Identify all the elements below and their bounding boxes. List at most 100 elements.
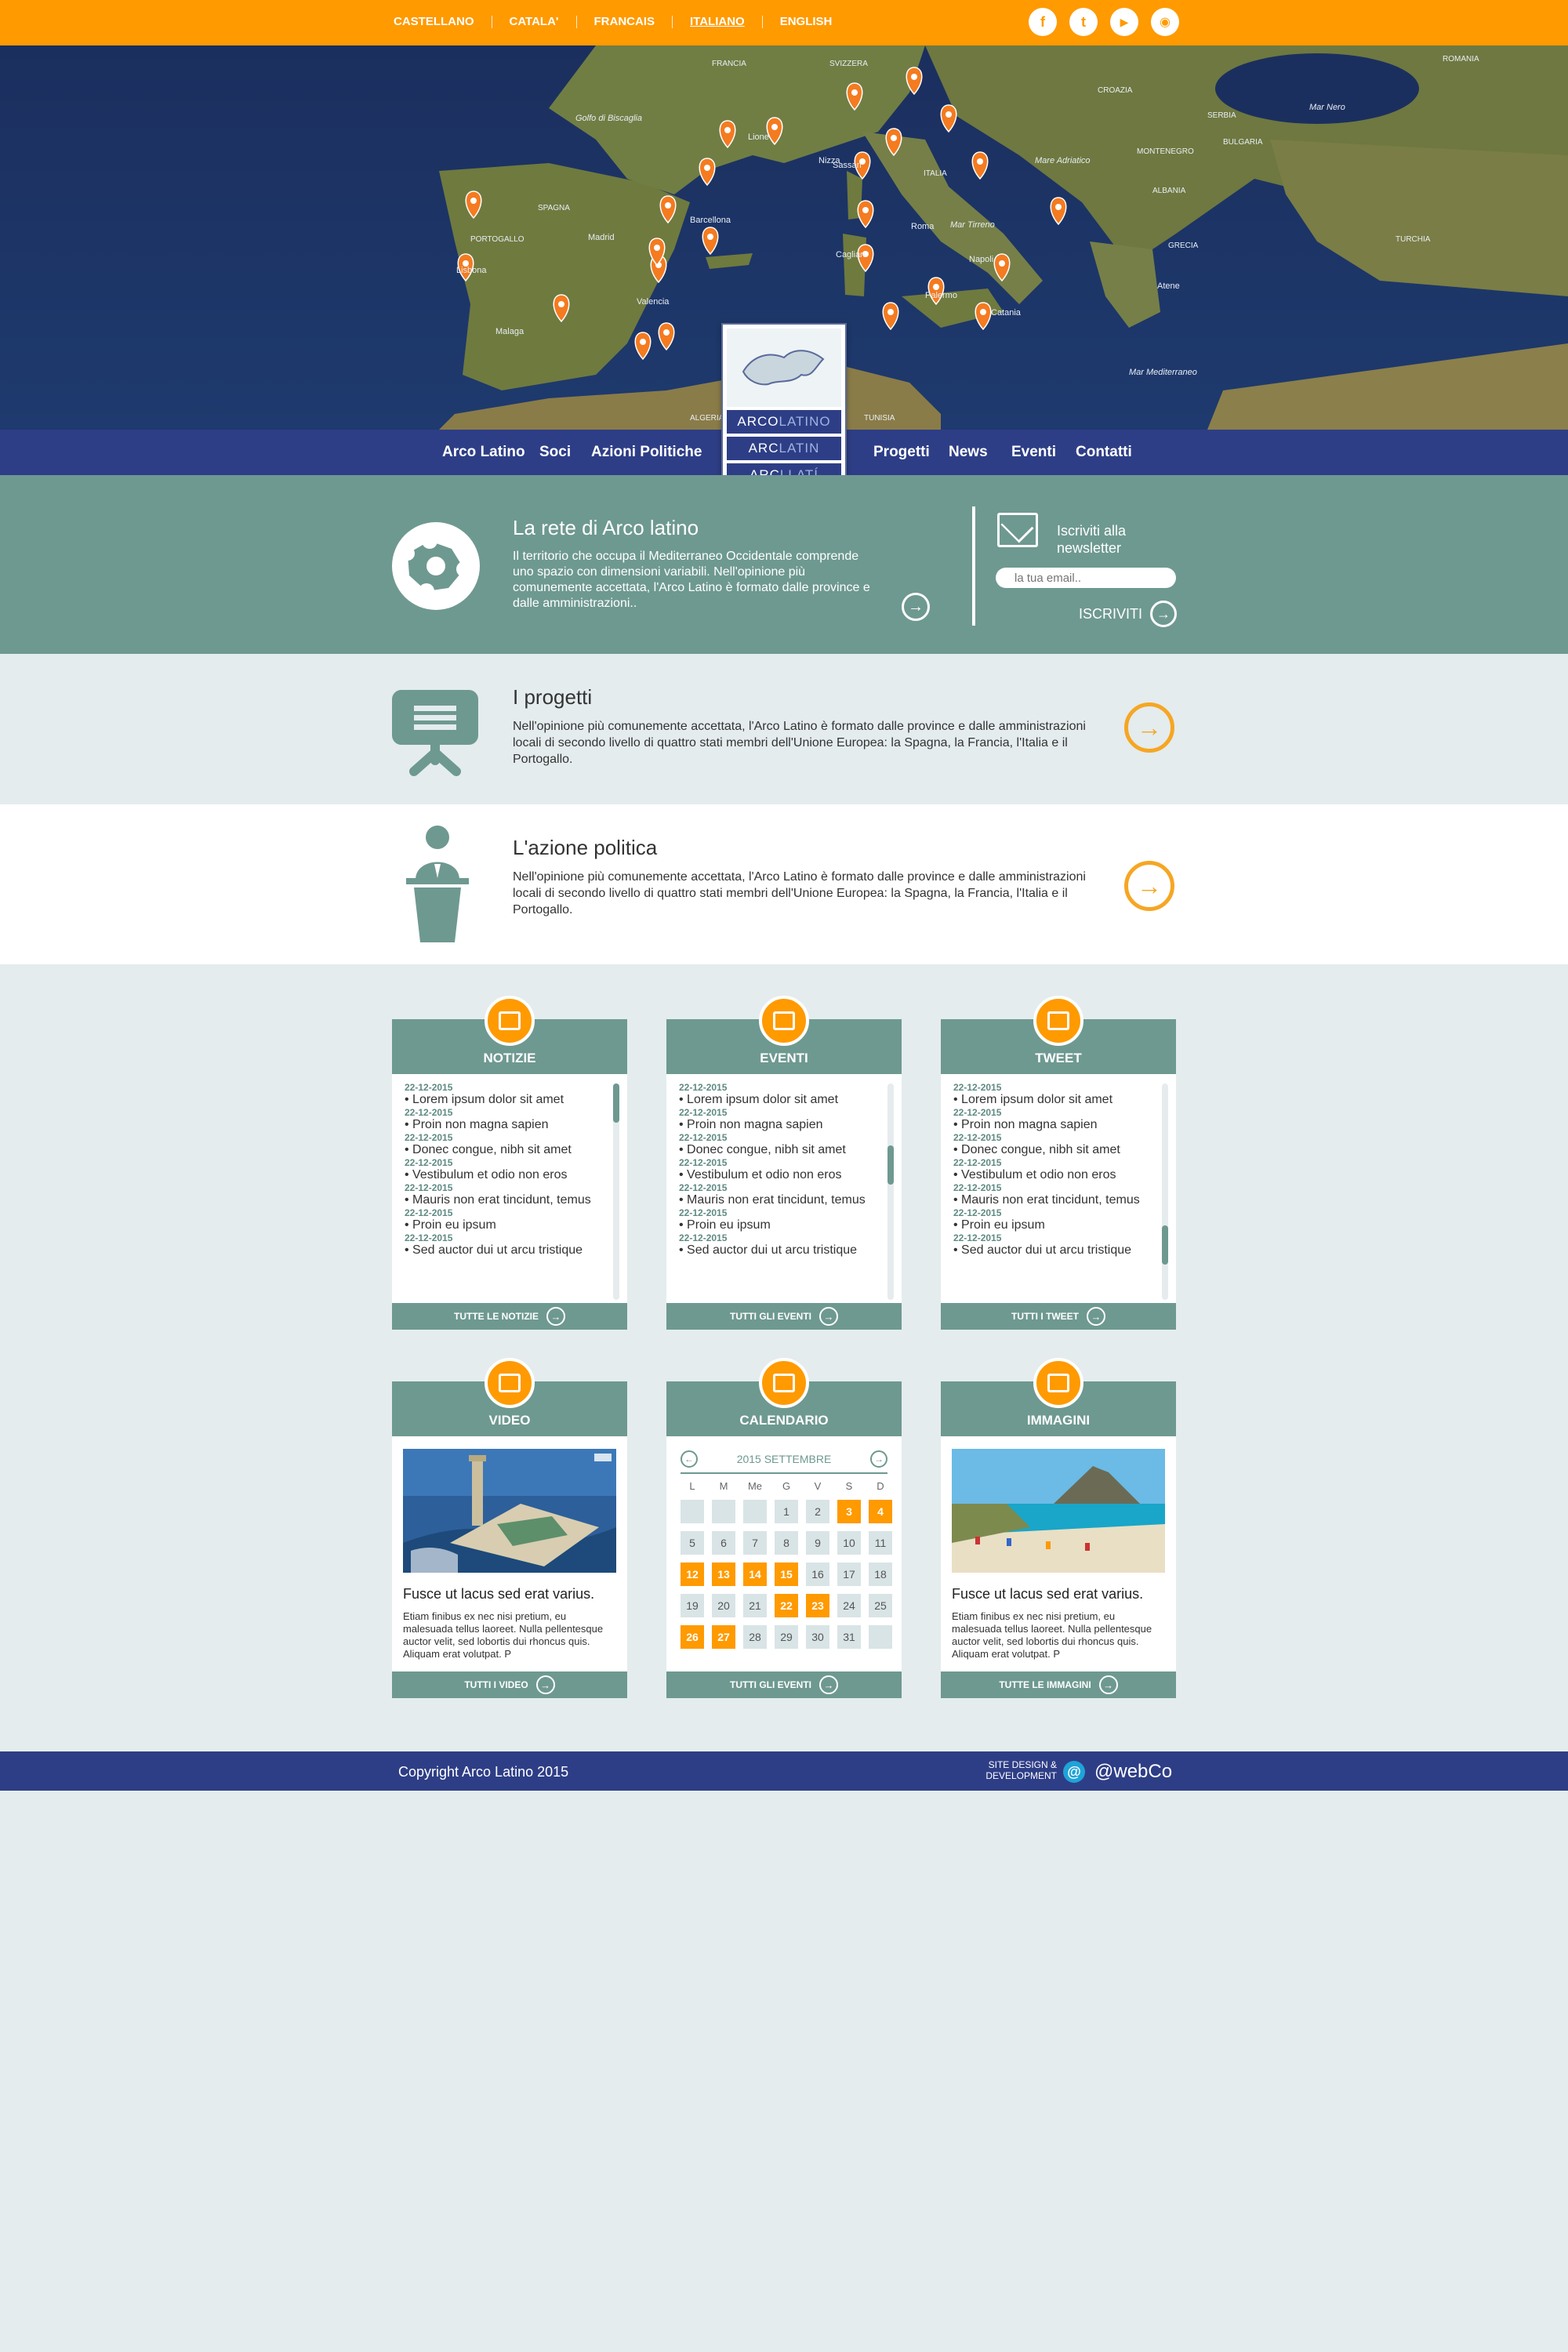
feed-scrollbar[interactable] [887, 1083, 894, 1300]
feed-scrollbar[interactable] [1162, 1083, 1168, 1300]
calendar-day[interactable]: 28 [743, 1625, 767, 1649]
rete-arrow-icon[interactable]: → [902, 593, 930, 621]
calendar-day[interactable]: 26 [681, 1625, 704, 1649]
nav-azioni-politiche[interactable]: Azioni Politiche [591, 444, 702, 461]
calendar-day[interactable]: 12 [681, 1563, 704, 1586]
presentation-board-icon [392, 690, 478, 776]
youtube-icon[interactable]: ▶ [1110, 8, 1138, 36]
feed-item[interactable]: 22-12-2015 • Proin eu ipsum [679, 1207, 886, 1232]
feed-scroll-thumb[interactable] [1162, 1225, 1168, 1265]
lang-catala[interactable]: CATALA' [491, 16, 576, 28]
calendar-day[interactable]: 15 [775, 1563, 798, 1586]
webco-brand-link[interactable]: @webCo [1094, 1761, 1172, 1783]
all-videos-link[interactable]: TUTTI I VIDEO → [392, 1671, 627, 1698]
calendar-day[interactable]: 4 [869, 1500, 892, 1523]
video-thumbnail-mosque[interactable] [403, 1449, 616, 1573]
arrow-right-icon: → [546, 1307, 565, 1326]
feed-item-date: 22-12-2015 [679, 1107, 728, 1118]
feed-item[interactable]: 22-12-2015 • Vestibulum et odio non eros [679, 1157, 886, 1182]
feed-item[interactable]: 22-12-2015 • Proin non magna sapien [405, 1107, 612, 1132]
calendar-day[interactable]: 21 [743, 1594, 767, 1617]
map-label: Roma [911, 222, 935, 231]
nav-progetti[interactable]: Progetti [873, 444, 930, 461]
feed-item[interactable]: 22-12-2015 • Mauris non erat tincidunt, t… [679, 1182, 886, 1207]
feed-item[interactable]: 22-12-2015 • Donec congue, nibh sit amet [679, 1132, 886, 1157]
feed-item[interactable]: 22-12-2015 • Lorem ipsum dolor sit amet [405, 1082, 612, 1107]
calendar-day[interactable]: 10 [837, 1531, 861, 1555]
feed-item[interactable]: 22-12-2015 • Mauris non erat tincidunt, t… [953, 1182, 1160, 1207]
calendar-day[interactable]: 16 [806, 1563, 829, 1586]
widget-notizie: NOTIZIE 22-12-2015 • Lorem ipsum dolor sit… [392, 996, 627, 1330]
calendar-day[interactable]: 13 [712, 1563, 735, 1586]
calendar-prev-month-icon[interactable]: ← [681, 1450, 698, 1468]
calendar-day[interactable]: 2 [806, 1500, 829, 1523]
feed-footer-link[interactable]: TUTTI GLI EVENTI → [666, 1303, 902, 1330]
nav-news[interactable]: News [949, 444, 988, 461]
nav-contatti[interactable]: Contatti [1076, 444, 1132, 461]
feed-item[interactable]: 22-12-2015 • Vestibulum et odio non eros [953, 1157, 1160, 1182]
lang-english[interactable]: ENGLISH [761, 16, 850, 28]
lang-francais[interactable]: FRANCAIS [575, 16, 673, 28]
calendar-day[interactable]: 23 [806, 1594, 829, 1617]
nav-arco-latino[interactable]: Arco Latino [442, 444, 525, 461]
calendar-day[interactable]: 11 [869, 1531, 892, 1555]
calendar-day[interactable]: 25 [869, 1594, 892, 1617]
calendar-day[interactable]: 22 [775, 1594, 798, 1617]
calendar-day[interactable]: 18 [869, 1563, 892, 1586]
feed-scroll-thumb[interactable] [887, 1145, 894, 1185]
calendar-day[interactable]: 27 [712, 1625, 735, 1649]
beach-photo[interactable] [952, 1449, 1165, 1573]
calendar-day[interactable]: 1 [775, 1500, 798, 1523]
feed-item[interactable]: 22-12-2015 • Sed auctor dui ut arcu trist… [405, 1232, 612, 1258]
calendar-day[interactable]: 6 [712, 1531, 735, 1555]
calendar-day[interactable]: 30 [806, 1625, 829, 1649]
calendar-day[interactable]: 29 [775, 1625, 798, 1649]
twitter-icon[interactable]: t [1069, 8, 1098, 36]
calendar-day[interactable]: 3 [837, 1500, 861, 1523]
all-images-link[interactable]: TUTTE LE IMMAGINI → [941, 1671, 1176, 1698]
feed-item[interactable]: 22-12-2015 • Proin non magna sapien [679, 1107, 886, 1132]
feed-item[interactable]: 22-12-2015 • Lorem ipsum dolor sit amet [679, 1082, 886, 1107]
facebook-icon[interactable]: f [1029, 8, 1057, 36]
newsletter-email-input[interactable] [996, 568, 1176, 588]
calendar-day[interactable]: 8 [775, 1531, 798, 1555]
calendar-day[interactable]: 24 [837, 1594, 861, 1617]
all-videos-label: TUTTI I VIDEO [464, 1679, 528, 1690]
progetti-arrow-button[interactable]: → [1124, 702, 1174, 753]
feed-item[interactable]: 22-12-2015 • Proin eu ipsum [953, 1207, 1160, 1232]
feed-item[interactable]: 22-12-2015 • Mauris non erat tincidunt, t… [405, 1182, 612, 1207]
site-logo[interactable]: ARCOLATINO ARCLATIN ARCLLATÍ [721, 323, 847, 489]
calendar-next-month-icon[interactable]: → [869, 1450, 887, 1468]
calendar-day[interactable]: 17 [837, 1563, 861, 1586]
calendar-day[interactable]: 14 [743, 1563, 767, 1586]
feed-scroll-thumb[interactable] [613, 1083, 619, 1123]
feed-footer-link[interactable]: TUTTI I TWEET → [941, 1303, 1176, 1330]
azione-arrow-button[interactable]: → [1124, 861, 1174, 911]
calendar-day[interactable]: 19 [681, 1594, 704, 1617]
video-icon [485, 1358, 535, 1408]
feed-item[interactable]: 22-12-2015 • Lorem ipsum dolor sit amet [953, 1082, 1160, 1107]
calendar-day[interactable]: 7 [743, 1531, 767, 1555]
lang-italiano[interactable]: ITALIANO [672, 16, 762, 28]
rss-icon[interactable]: ◉ [1151, 8, 1179, 36]
calendar-day[interactable]: 20 [712, 1594, 735, 1617]
calendar-day[interactable]: 5 [681, 1531, 704, 1555]
feed-item[interactable]: 22-12-2015 • Vestibulum et odio non eros [405, 1157, 612, 1182]
all-events-calendar-link[interactable]: TUTTI GLI EVENTI → [666, 1671, 902, 1698]
feed-footer-link[interactable]: TUTTE LE NOTIZIE → [392, 1303, 627, 1330]
newsletter-subscribe-button[interactable]: ISCRIVITI → [1079, 601, 1178, 627]
feed-item[interactable]: 22-12-2015 • Donec congue, nibh sit amet [405, 1132, 612, 1157]
feed-item[interactable]: 22-12-2015 • Proin non magna sapien [953, 1107, 1160, 1132]
calendar-day[interactable]: 9 [806, 1531, 829, 1555]
feed-item[interactable]: 22-12-2015 • Proin eu ipsum [405, 1207, 612, 1232]
feed-item-date: 22-12-2015 [953, 1132, 1002, 1143]
feed-item[interactable]: 22-12-2015 • Donec congue, nibh sit amet [953, 1132, 1160, 1157]
lang-castellano[interactable]: CASTELLANO [394, 16, 492, 28]
credit-line-2: DEVELOPMENT [985, 1770, 1057, 1781]
calendar-day[interactable]: 31 [837, 1625, 861, 1649]
feed-item[interactable]: 22-12-2015 • Sed auctor dui ut arcu trist… [679, 1232, 886, 1258]
feed-scrollbar[interactable] [613, 1083, 619, 1300]
feed-item[interactable]: 22-12-2015 • Sed auctor dui ut arcu trist… [953, 1232, 1160, 1258]
nav-soci[interactable]: Soci [539, 444, 571, 461]
nav-eventi[interactable]: Eventi [1011, 444, 1056, 461]
